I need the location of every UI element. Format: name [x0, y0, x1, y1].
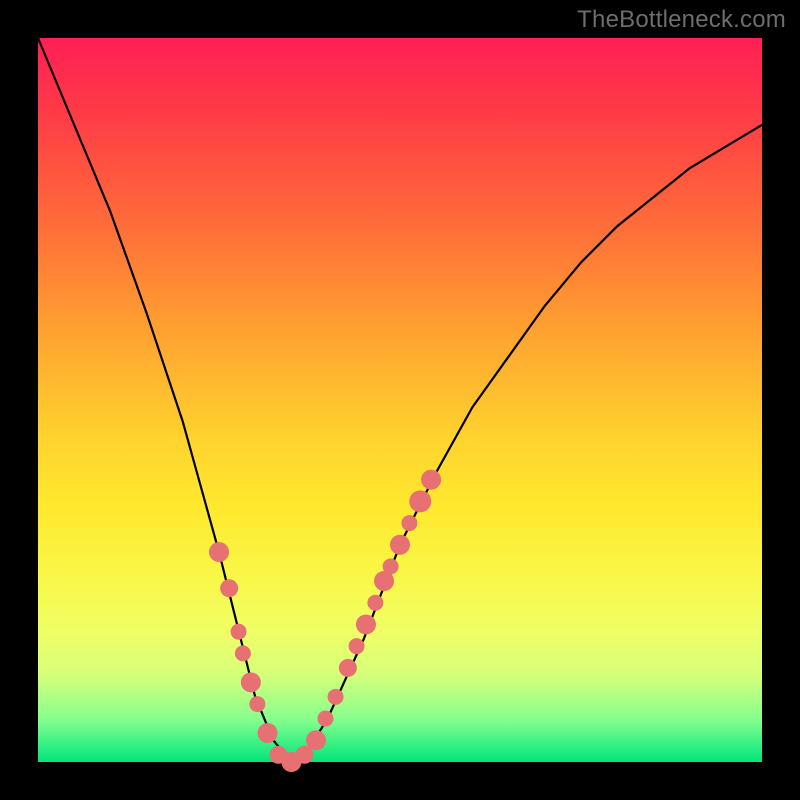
curve-marker: [328, 689, 344, 705]
curve-marker: [349, 638, 365, 654]
curve-marker: [421, 470, 441, 490]
curve-marker: [258, 723, 278, 743]
curve-marker: [409, 490, 431, 512]
curve-marker: [390, 535, 410, 555]
marker-layer: [209, 470, 441, 772]
curve-marker: [383, 559, 399, 575]
curve-svg: [38, 38, 762, 762]
bottleneck-curve: [38, 38, 762, 762]
curve-marker: [306, 730, 326, 750]
curve-marker: [209, 542, 229, 562]
curve-marker: [367, 595, 383, 611]
curve-marker: [356, 614, 376, 634]
curve-marker: [241, 672, 261, 692]
curve-marker: [249, 696, 265, 712]
curve-marker: [317, 711, 333, 727]
chart-stage: TheBottleneck.com: [0, 0, 800, 800]
curve-marker: [339, 659, 357, 677]
curve-marker: [401, 515, 417, 531]
curve-marker: [220, 579, 238, 597]
curve-marker: [235, 645, 251, 661]
curve-marker: [231, 624, 247, 640]
watermark-text: TheBottleneck.com: [577, 6, 786, 34]
plot-area: [38, 38, 762, 762]
